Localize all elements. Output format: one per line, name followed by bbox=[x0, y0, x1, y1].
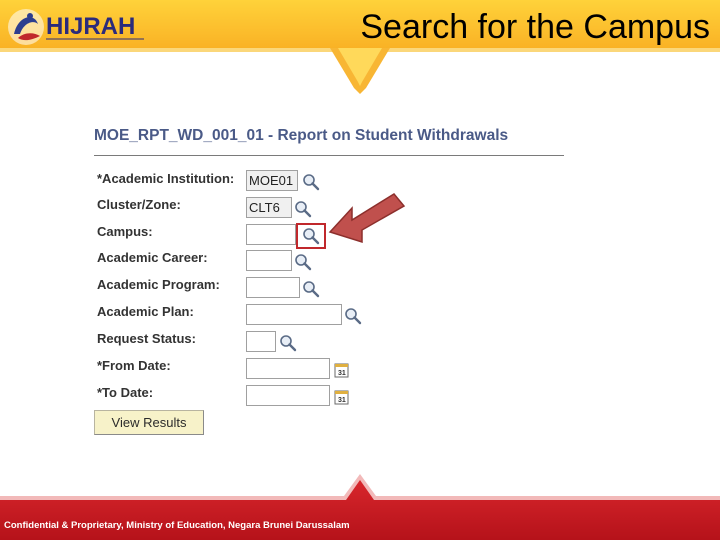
label-academic-career: Academic Career: bbox=[97, 250, 208, 265]
to-date-field[interactable] bbox=[246, 385, 330, 406]
label-from-date: *From Date: bbox=[97, 358, 171, 373]
label-request-status: Request Status: bbox=[97, 331, 196, 346]
svg-text:31: 31 bbox=[338, 397, 346, 404]
campus-lookup-icon[interactable] bbox=[302, 227, 320, 245]
logo-text: HIJRAH bbox=[46, 13, 135, 40]
academic-program-lookup-icon[interactable] bbox=[302, 280, 320, 298]
label-academic-plan: Academic Plan: bbox=[97, 304, 194, 319]
academic-career-lookup-icon[interactable] bbox=[294, 253, 312, 271]
request-status-lookup-icon[interactable] bbox=[279, 334, 297, 352]
academic-plan-lookup-icon[interactable] bbox=[344, 307, 362, 325]
academic-career-field[interactable] bbox=[246, 250, 292, 271]
svg-text:31: 31 bbox=[338, 370, 346, 377]
to-date-calendar-icon[interactable]: 31 bbox=[334, 389, 350, 405]
from-date-calendar-icon[interactable]: 31 bbox=[334, 362, 350, 378]
request-status-field[interactable] bbox=[246, 331, 276, 352]
label-to-date: *To Date: bbox=[97, 385, 154, 400]
pointer-arrow bbox=[328, 193, 406, 244]
label-academic-institution: *Academic Institution: bbox=[97, 171, 235, 186]
academic-program-field[interactable] bbox=[246, 277, 300, 298]
academic-institution-lookup-icon[interactable] bbox=[302, 173, 320, 191]
from-date-field[interactable] bbox=[246, 358, 330, 379]
cluster-zone-field[interactable]: CLT6 bbox=[246, 197, 292, 218]
header-notch bbox=[330, 48, 390, 94]
view-results-button[interactable]: View Results bbox=[94, 410, 204, 435]
title-divider bbox=[94, 155, 564, 156]
slide-title: Search for the Campus bbox=[360, 8, 710, 46]
academic-institution-field[interactable]: MOE01 bbox=[246, 170, 298, 191]
label-cluster-zone: Cluster/Zone: bbox=[97, 197, 181, 212]
label-campus: Campus: bbox=[97, 224, 153, 239]
academic-plan-field[interactable] bbox=[246, 304, 342, 325]
footer-confidential-text: Confidential & Proprietary, Ministry of … bbox=[4, 520, 350, 531]
report-title: MOE_RPT_WD_001_01 - Report on Student Wi… bbox=[94, 127, 509, 144]
cluster-zone-lookup-icon[interactable] bbox=[294, 200, 312, 218]
label-academic-program: Academic Program: bbox=[97, 277, 220, 292]
hijrah-logo: HIJRAH bbox=[8, 9, 144, 45]
campus-field[interactable] bbox=[246, 224, 296, 245]
